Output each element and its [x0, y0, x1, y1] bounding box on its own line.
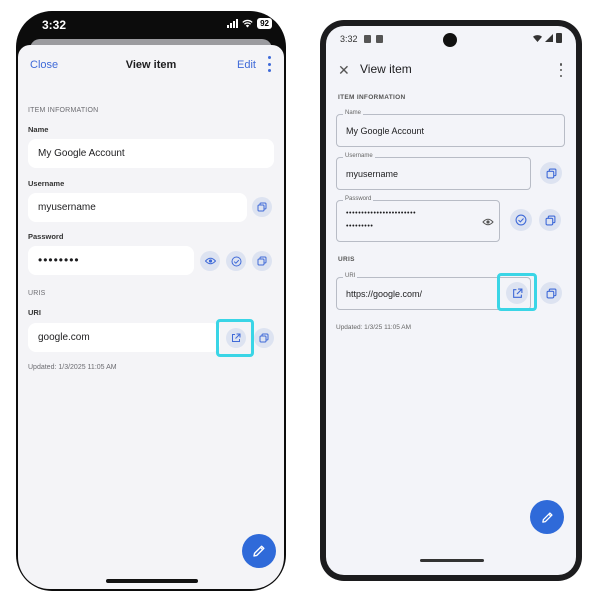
android-name-field[interactable]: Name My Google Account: [336, 110, 565, 147]
copy-icon: [257, 256, 267, 266]
android-name-label: Name: [343, 110, 364, 116]
ios-section-item-information: ITEM INFORMATION: [28, 107, 99, 114]
android-status-icons: [533, 33, 562, 43]
ios-nav-bar: Close View item Edit: [18, 45, 284, 91]
ios-password-label: Password: [28, 232, 64, 241]
notification-icon: [376, 35, 383, 43]
android-section-uris: URIS: [338, 256, 355, 263]
copy-icon: [546, 168, 556, 178]
ios-status-time: 3:32: [42, 18, 67, 32]
android-updated-timestamp: Updated: 1/3/25 11:05 AM: [336, 324, 412, 331]
sim-icon: [364, 35, 371, 43]
android-copy-password-button[interactable]: [539, 209, 561, 231]
ios-name-field[interactable]: My Google Account: [28, 139, 274, 168]
android-gesture-bar: [420, 559, 484, 562]
ios-launch-highlight: [216, 319, 254, 357]
check-circle-icon: [515, 214, 527, 226]
android-launch-highlight: [497, 273, 537, 311]
ios-updated-timestamp: Updated: 1/3/2025 11:05 AM: [28, 364, 117, 371]
ios-status-bar: 3:32 92: [16, 11, 286, 37]
android-copy-uri-button[interactable]: [540, 282, 562, 304]
copy-icon: [545, 215, 555, 225]
android-check-password-button[interactable]: [510, 209, 532, 231]
ios-uri-value: google.com: [38, 332, 90, 343]
android-uri-value: https://google.com/: [346, 289, 423, 299]
ios-copy-username-button[interactable]: [252, 197, 272, 217]
pencil-icon: [541, 511, 553, 523]
eye-icon: [204, 257, 216, 265]
copy-icon: [259, 333, 269, 343]
ios-name-value: My Google Account: [38, 148, 125, 159]
ios-phone: 3:32 92 Close View item Edit ITEM INFORM…: [16, 11, 286, 591]
ios-password-field[interactable]: ••••••••: [28, 246, 194, 275]
ios-view-item-sheet: Close View item Edit ITEM INFORMATION Na…: [18, 45, 284, 589]
ios-name-label: Name: [28, 125, 49, 134]
android-password-label: Password: [343, 196, 374, 202]
ios-section-uris: URIS: [28, 290, 46, 297]
ios-uri-field[interactable]: google.com: [28, 323, 220, 352]
wifi-icon: [533, 34, 542, 42]
check-circle-icon: [231, 256, 241, 266]
android-uri-label: URI: [343, 273, 358, 279]
ios-edit-button[interactable]: Edit: [237, 59, 256, 71]
copy-icon: [257, 202, 267, 212]
ios-check-password-button[interactable]: [226, 251, 246, 271]
ios-password-value: ••••••••: [38, 253, 80, 267]
android-password-field[interactable]: Password ••••••••••••••••••••••• •••••••…: [336, 196, 500, 242]
comparison-stage: 3:32 92 Close View item Edit ITEM INFORM…: [0, 0, 599, 600]
ios-edit-fab[interactable]: [242, 534, 276, 568]
copy-icon: [546, 288, 556, 298]
ios-username-label: Username: [28, 179, 65, 188]
android-status-time: 3:32: [340, 34, 358, 44]
pencil-icon: [253, 545, 265, 557]
ios-status-icons: 92: [227, 18, 272, 29]
signal-icon: [545, 34, 553, 42]
ios-copy-password-button[interactable]: [252, 251, 272, 271]
android-screen: 3:32 ✕ View item ITEM INFORMATION Name M…: [326, 26, 576, 575]
android-name-value: My Google Account: [346, 126, 425, 136]
android-password-value-line1: •••••••••••••••••••••••: [346, 210, 417, 217]
android-username-label: Username: [343, 153, 375, 159]
android-username-field[interactable]: Username myusername: [336, 153, 531, 190]
android-copy-username-button[interactable]: [540, 162, 562, 184]
android-username-value: myusername: [346, 169, 399, 179]
ios-username-value: myusername: [38, 202, 96, 213]
eye-icon[interactable]: [482, 218, 494, 226]
android-edit-fab[interactable]: [530, 500, 564, 534]
android-page-title: View item: [360, 62, 412, 76]
camera-cutout: [443, 33, 457, 47]
kebab-menu-icon[interactable]: [266, 56, 272, 72]
close-icon[interactable]: ✕: [338, 62, 350, 79]
battery-icon: 92: [257, 18, 272, 29]
ios-home-indicator: [106, 579, 198, 583]
ios-copy-uri-button[interactable]: [254, 328, 274, 348]
ios-uri-label: URI: [28, 308, 41, 317]
signal-icon: [227, 19, 239, 28]
wifi-icon: [242, 19, 253, 28]
battery-icon: [556, 33, 562, 43]
android-section-item-information: ITEM INFORMATION: [338, 94, 406, 101]
android-password-value-line2: •••••••••: [346, 223, 374, 230]
android-phone: 3:32 ✕ View item ITEM INFORMATION Name M…: [320, 20, 582, 581]
ios-username-field[interactable]: myusername: [28, 193, 247, 222]
kebab-menu-icon[interactable]: [558, 63, 564, 77]
ios-show-password-button[interactable]: [200, 251, 220, 271]
